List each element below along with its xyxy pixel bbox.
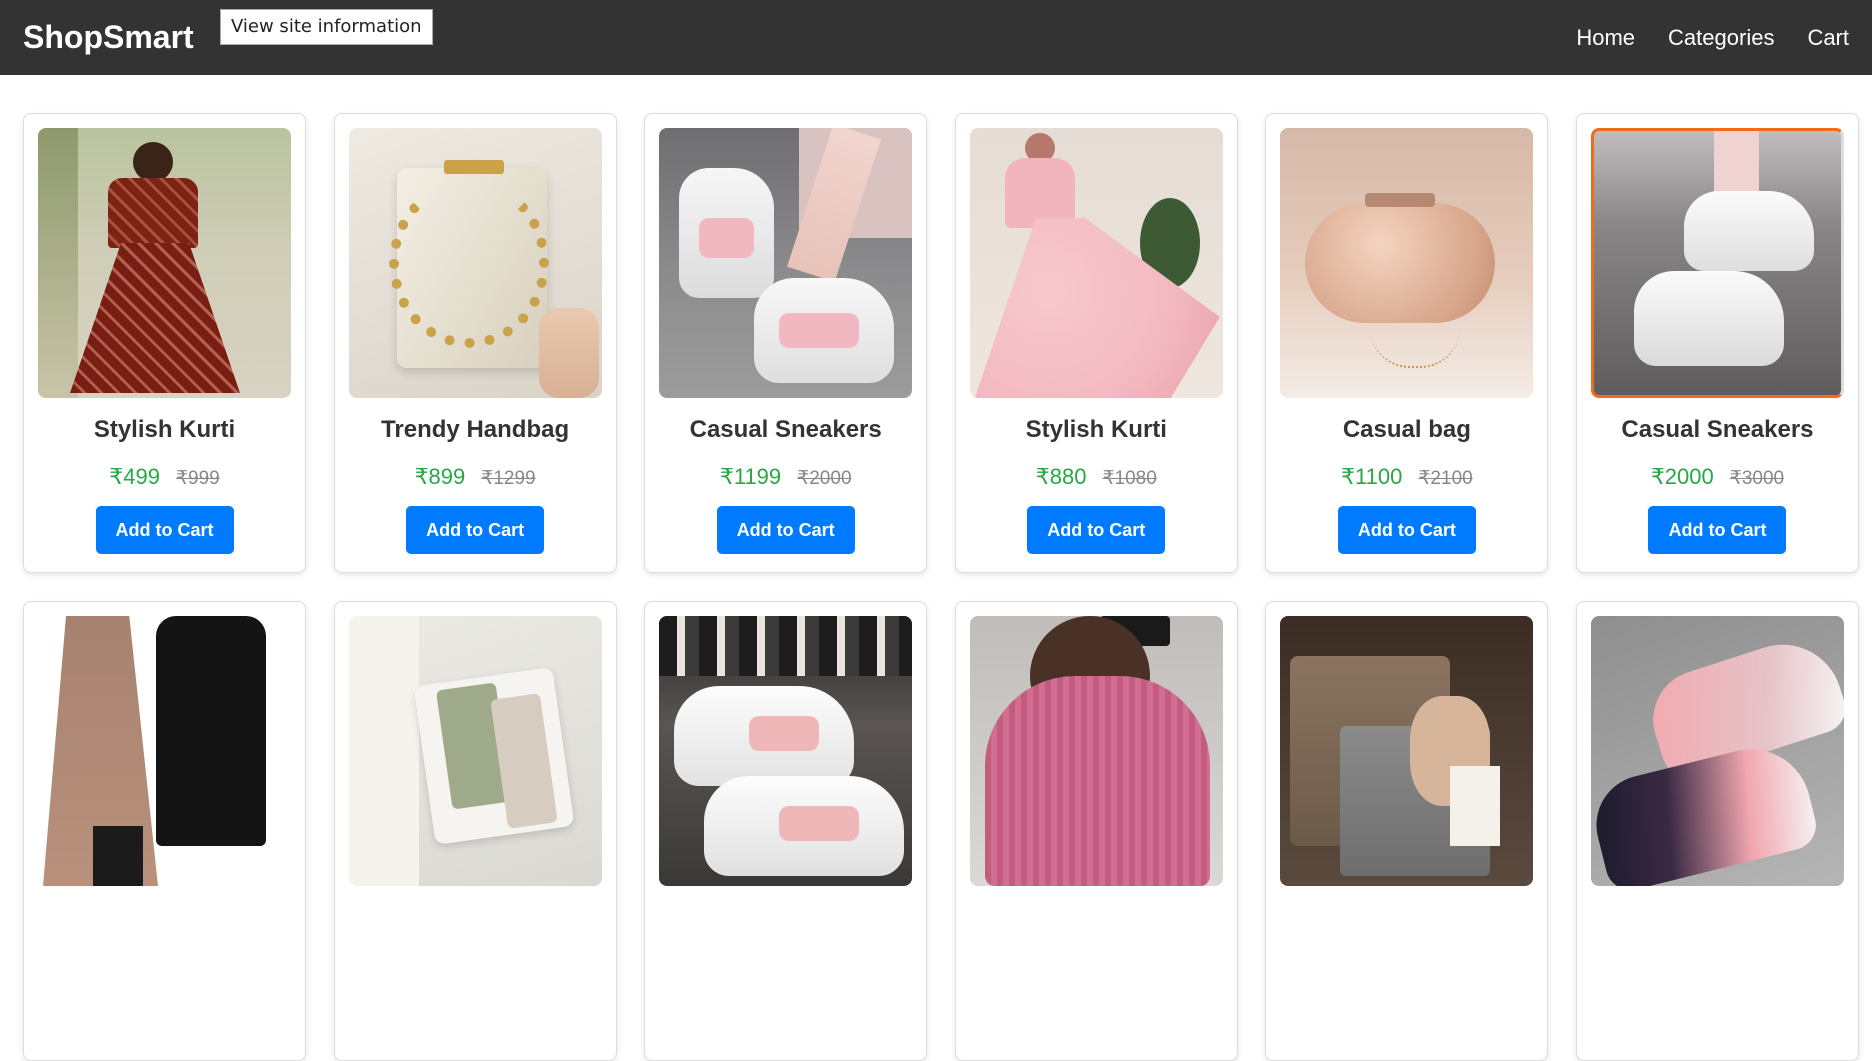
original-price: ₹2100 (1418, 468, 1473, 489)
product-image[interactable] (969, 128, 1223, 398)
product-card[interactable] (954, 601, 1238, 1061)
price-row: ₹1199 ₹2000 (720, 464, 852, 490)
product-image[interactable] (1590, 616, 1844, 886)
product-name: Casual bag (1342, 416, 1471, 443)
product-image[interactable] (1280, 128, 1534, 398)
product-card[interactable]: Casual bag ₹1100 ₹2100 Add to Cart (1265, 113, 1549, 573)
nav-home[interactable]: Home (1576, 25, 1635, 51)
current-price: ₹2000 (1650, 464, 1714, 489)
product-name: Stylish Kurti (93, 416, 236, 443)
top-header: ShopSmart View site information Home Cat… (0, 0, 1872, 75)
product-image[interactable] (659, 616, 913, 886)
current-price: ₹1100 (1341, 464, 1403, 489)
site-info-tooltip: View site information (220, 9, 433, 45)
main-nav: Home Categories Cart (1576, 25, 1849, 51)
original-price: ₹3000 (1729, 468, 1785, 489)
original-price: ₹2000 (797, 468, 852, 489)
current-price: ₹880 (1035, 464, 1087, 489)
product-image[interactable] (348, 128, 602, 398)
product-card[interactable] (1265, 601, 1549, 1061)
price-row: ₹2000 ₹3000 (1651, 464, 1784, 490)
price-row: ₹499 ₹999 (109, 464, 220, 490)
product-card[interactable] (644, 601, 928, 1061)
product-card[interactable]: Casual Sneakers ₹2000 ₹3000 Add to Cart (1575, 113, 1859, 573)
product-image[interactable] (1590, 128, 1844, 398)
nav-categories[interactable]: Categories (1668, 25, 1774, 51)
product-image[interactable] (38, 616, 291, 886)
add-to-cart-button[interactable]: Add to Cart (1027, 506, 1166, 554)
product-image[interactable] (1280, 616, 1534, 886)
price-row: ₹880 ₹1080 (1036, 464, 1157, 490)
product-card[interactable]: Stylish Kurti ₹880 ₹1080 Add to Cart (954, 113, 1238, 573)
original-price: ₹1080 (1102, 468, 1157, 489)
product-name: Casual Sneakers (1621, 416, 1814, 443)
current-price: ₹899 (414, 464, 466, 489)
price-row: ₹1100 ₹2100 (1341, 464, 1473, 490)
product-card[interactable] (23, 601, 306, 1061)
add-to-cart-button[interactable]: Add to Cart (95, 506, 234, 554)
original-price: ₹1299 (481, 468, 536, 489)
site-logo[interactable]: ShopSmart (23, 19, 194, 56)
current-price: ₹499 (109, 464, 160, 489)
product-name: Trendy Handbag (381, 416, 570, 443)
price-row: ₹899 ₹1299 (415, 464, 536, 490)
nav-cart[interactable]: Cart (1807, 25, 1849, 51)
product-card[interactable] (333, 601, 617, 1061)
product-card[interactable] (1575, 601, 1859, 1061)
product-card[interactable]: Trendy Handbag ₹899 ₹1299 Add to Cart (333, 113, 617, 573)
product-image[interactable] (969, 616, 1223, 886)
product-image[interactable] (38, 128, 291, 398)
add-to-cart-button[interactable]: Add to Cart (716, 506, 855, 554)
original-price: ₹999 (175, 468, 220, 489)
add-to-cart-button[interactable]: Add to Cart (1337, 506, 1476, 554)
current-price: ₹1199 (719, 464, 782, 489)
add-to-cart-button[interactable]: Add to Cart (406, 506, 545, 554)
product-name: Stylish Kurti (1025, 416, 1167, 443)
product-card[interactable]: Casual Sneakers ₹1199 ₹2000 Add to Cart (644, 113, 928, 573)
product-image[interactable] (659, 128, 913, 398)
product-name: Casual Sneakers (689, 416, 882, 443)
add-to-cart-button[interactable]: Add to Cart (1648, 506, 1787, 554)
product-grid: Stylish Kurti ₹499 ₹999 Add to Cart Tren… (23, 113, 1859, 1061)
product-image[interactable] (348, 616, 602, 886)
product-card[interactable]: Stylish Kurti ₹499 ₹999 Add to Cart (23, 113, 306, 573)
